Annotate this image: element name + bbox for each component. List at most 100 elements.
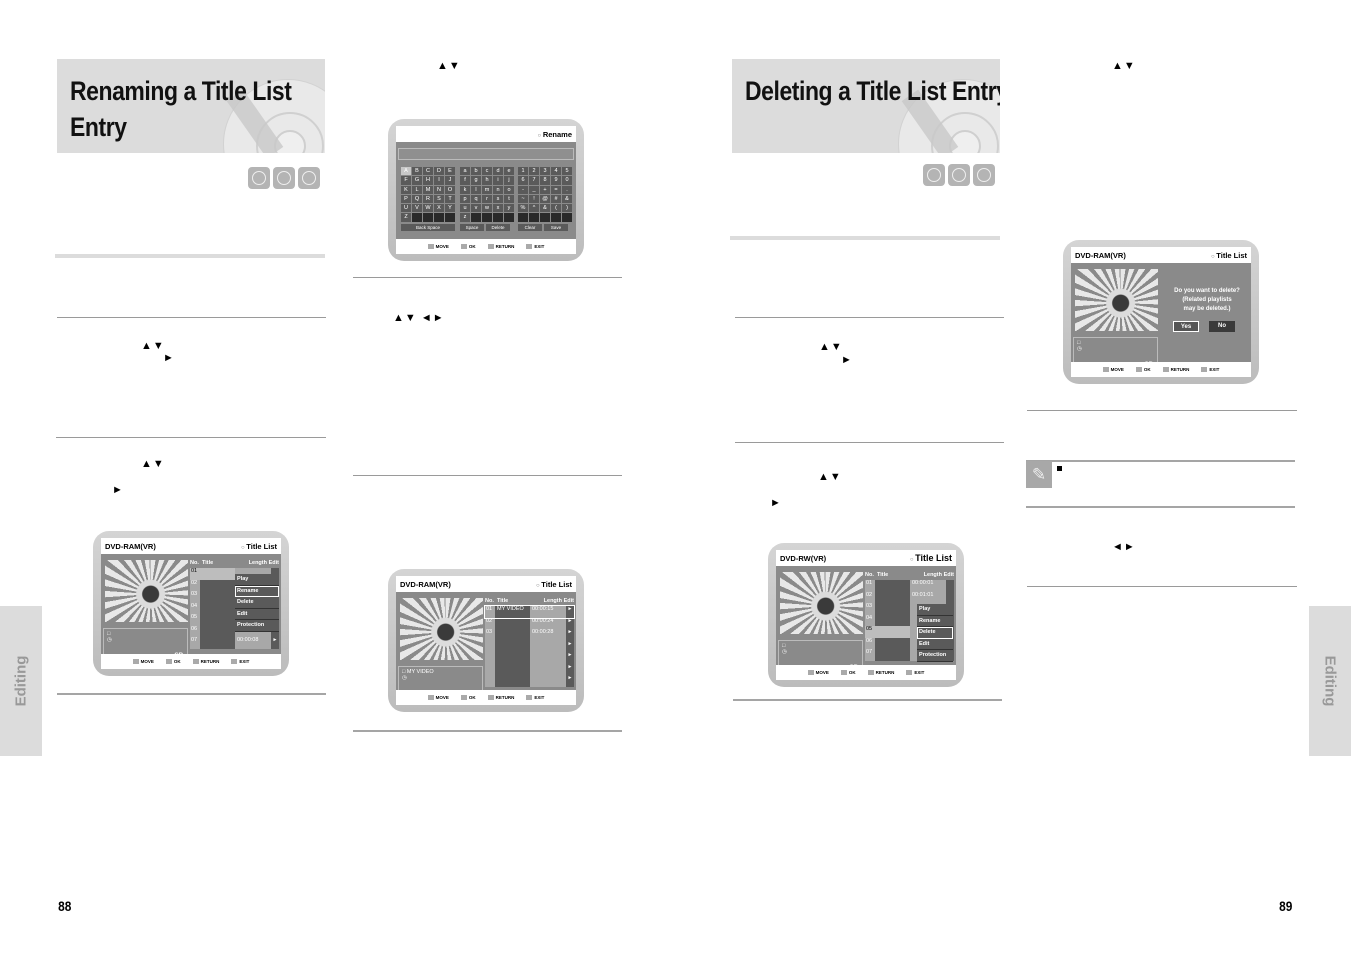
- key[interactable]: @: [540, 194, 550, 204]
- key[interactable]: [434, 213, 444, 222]
- no-button[interactable]: No: [1209, 321, 1235, 332]
- key[interactable]: 1: [518, 167, 528, 176]
- key[interactable]: O: [445, 185, 455, 194]
- key[interactable]: q: [471, 194, 481, 204]
- key[interactable]: r: [482, 194, 492, 204]
- table-row[interactable]: 01 MY VIDEO 00:00:15 ►: [484, 605, 575, 619]
- key[interactable]: 0: [562, 176, 572, 185]
- key[interactable]: +: [540, 185, 550, 194]
- table-row[interactable]: 02 00:00:24 ►: [485, 617, 574, 629]
- menu-item-play[interactable]: Play: [917, 604, 953, 616]
- key[interactable]: V: [412, 204, 422, 213]
- key[interactable]: -: [518, 185, 528, 194]
- menu-item-edit[interactable]: Edit: [917, 638, 953, 650]
- key[interactable]: A: [401, 167, 411, 176]
- key[interactable]: ): [562, 204, 572, 213]
- key[interactable]: .: [562, 185, 572, 194]
- key[interactable]: (: [551, 204, 561, 213]
- key[interactable]: g: [471, 176, 481, 185]
- table-row[interactable]: 02 00:01:01: [865, 591, 954, 603]
- key[interactable]: C: [423, 167, 433, 176]
- key[interactable]: X: [434, 204, 444, 213]
- key[interactable]: j: [504, 176, 514, 185]
- key[interactable]: J: [445, 176, 455, 185]
- key[interactable]: h: [482, 176, 492, 185]
- key[interactable]: S: [434, 194, 444, 204]
- key[interactable]: n: [493, 185, 503, 194]
- key[interactable]: R: [423, 194, 433, 204]
- key[interactable]: [529, 213, 539, 222]
- key[interactable]: 2: [529, 167, 539, 176]
- key[interactable]: 4: [551, 167, 561, 176]
- menu-item-rename[interactable]: Rename: [917, 615, 953, 627]
- save-button[interactable]: Save: [544, 224, 568, 231]
- key[interactable]: =: [551, 185, 561, 194]
- key[interactable]: [445, 213, 455, 222]
- key[interactable]: e: [504, 167, 514, 176]
- table-row[interactable]: ►: [485, 640, 574, 652]
- key[interactable]: [471, 213, 481, 222]
- key[interactable]: E: [445, 167, 455, 176]
- key[interactable]: [540, 213, 550, 222]
- key[interactable]: x: [493, 204, 503, 213]
- key[interactable]: D: [434, 167, 444, 176]
- key[interactable]: Z: [401, 213, 411, 222]
- key[interactable]: d: [493, 167, 503, 176]
- key[interactable]: #: [551, 194, 561, 204]
- table-row[interactable]: ►: [485, 675, 574, 687]
- key[interactable]: [504, 213, 514, 222]
- key[interactable]: H: [423, 176, 433, 185]
- key[interactable]: I: [434, 176, 444, 185]
- rename-input[interactable]: [398, 148, 574, 160]
- menu-item-protection[interactable]: Protection: [917, 650, 953, 662]
- key[interactable]: m: [482, 185, 492, 194]
- space-button[interactable]: Space: [460, 224, 484, 231]
- key[interactable]: 9: [551, 176, 561, 185]
- key[interactable]: B: [412, 167, 422, 176]
- key[interactable]: [562, 213, 572, 222]
- key[interactable]: [412, 213, 422, 222]
- key[interactable]: k: [460, 185, 470, 194]
- key[interactable]: _: [529, 185, 539, 194]
- key[interactable]: o: [504, 185, 514, 194]
- yes-button[interactable]: Yes: [1173, 321, 1199, 332]
- key[interactable]: 5: [562, 167, 572, 176]
- key[interactable]: Y: [445, 204, 455, 213]
- key[interactable]: v: [471, 204, 481, 213]
- key[interactable]: K: [401, 185, 411, 194]
- key[interactable]: M: [423, 185, 433, 194]
- key[interactable]: W: [423, 204, 433, 213]
- table-row[interactable]: 03 00:00:28 ►: [485, 629, 574, 641]
- menu-item-delete[interactable]: Delete: [917, 627, 953, 639]
- key[interactable]: %: [518, 204, 528, 213]
- key[interactable]: y: [504, 204, 514, 213]
- key[interactable]: N: [434, 185, 444, 194]
- key[interactable]: w: [482, 204, 492, 213]
- key[interactable]: F: [401, 176, 411, 185]
- key[interactable]: 3: [540, 167, 550, 176]
- key[interactable]: 8: [540, 176, 550, 185]
- key[interactable]: a: [460, 167, 470, 176]
- key[interactable]: 7: [529, 176, 539, 185]
- menu-item-delete[interactable]: Delete: [235, 597, 279, 609]
- key[interactable]: l: [471, 185, 481, 194]
- key[interactable]: G: [412, 176, 422, 185]
- key[interactable]: c: [482, 167, 492, 176]
- key[interactable]: &: [540, 204, 550, 213]
- menu-item-rename[interactable]: Rename: [235, 585, 279, 597]
- key[interactable]: b: [471, 167, 481, 176]
- key[interactable]: [518, 213, 528, 222]
- table-row[interactable]: 07 00:00:08 ►: [190, 637, 279, 649]
- key[interactable]: [551, 213, 561, 222]
- clear-button[interactable]: Clear: [518, 224, 542, 231]
- key[interactable]: U: [401, 204, 411, 213]
- key[interactable]: t: [504, 194, 514, 204]
- menu-item-protection[interactable]: Protection: [235, 620, 279, 632]
- menu-item-edit[interactable]: Edit: [235, 608, 279, 620]
- key[interactable]: u: [460, 204, 470, 213]
- key[interactable]: !: [529, 194, 539, 204]
- key[interactable]: Q: [412, 194, 422, 204]
- key[interactable]: T: [445, 194, 455, 204]
- key[interactable]: [493, 213, 503, 222]
- key[interactable]: i: [493, 176, 503, 185]
